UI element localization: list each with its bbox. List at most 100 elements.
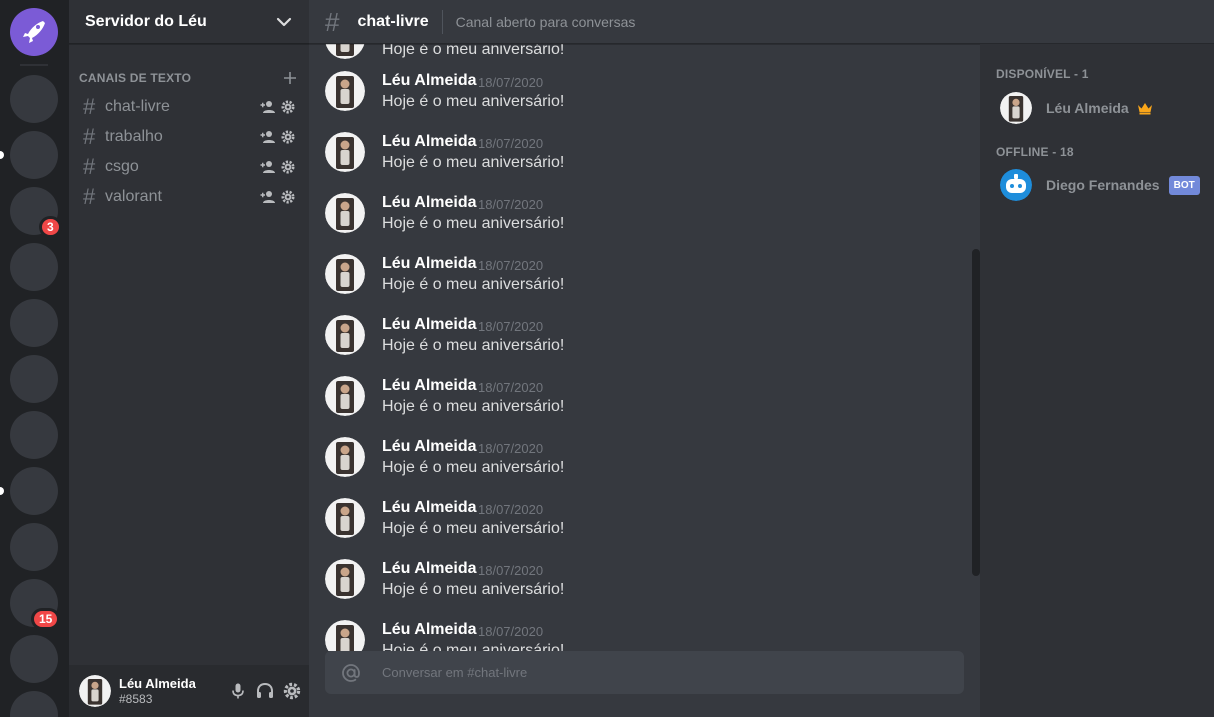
avatar[interactable] bbox=[79, 675, 111, 707]
crown-icon bbox=[1137, 103, 1152, 115]
server-icon[interactable] bbox=[10, 75, 58, 123]
message-timestamp: 18/07/2020 bbox=[478, 441, 544, 456]
gear-icon[interactable] bbox=[281, 130, 295, 144]
headphones-icon[interactable] bbox=[255, 682, 275, 700]
user-settings-gear-icon[interactable] bbox=[283, 682, 301, 700]
avatar[interactable] bbox=[325, 71, 365, 111]
message-text: Hoje é o meu aniversário! bbox=[382, 337, 565, 354]
category-label: CANAIS DE TEXTO bbox=[79, 71, 192, 85]
message: Léu Almeida 18/07/2020 Hoje é o meu aniv… bbox=[325, 498, 965, 559]
message-text: Hoje é o meu aniversário! bbox=[382, 459, 565, 476]
message-timestamp: 18/07/2020 bbox=[478, 197, 544, 212]
avatar[interactable] bbox=[325, 315, 365, 355]
invite-icon[interactable] bbox=[260, 100, 275, 114]
chat-area: # chat-livre Canal aberto para conversas… bbox=[309, 0, 980, 717]
member-name: Diego Fernandes bbox=[1046, 177, 1160, 193]
message-author[interactable]: Léu Almeida bbox=[382, 377, 477, 395]
channel-category[interactable]: CANAIS DE TEXTO bbox=[69, 70, 309, 86]
hash-icon: # bbox=[83, 124, 96, 149]
invite-icon[interactable] bbox=[260, 130, 275, 144]
message-timestamp: 18/07/2020 bbox=[478, 563, 544, 578]
message-author[interactable]: Léu Almeida bbox=[382, 133, 477, 151]
server-icon[interactable] bbox=[10, 523, 58, 571]
channel-name: trabalho bbox=[105, 128, 163, 145]
message-timestamp: 18/07/2020 bbox=[478, 624, 544, 639]
gear-icon[interactable] bbox=[281, 100, 295, 114]
server-icon[interactable] bbox=[10, 243, 58, 291]
user-name: Léu Almeida bbox=[119, 676, 196, 691]
avatar[interactable] bbox=[325, 376, 365, 416]
avatar[interactable] bbox=[325, 437, 365, 477]
message-author[interactable]: Léu Almeida bbox=[382, 560, 477, 578]
hash-icon: # bbox=[83, 184, 96, 209]
server-icon[interactable] bbox=[10, 411, 58, 459]
message: Léu Almeida 18/07/2020 Hoje é o meu aniv… bbox=[325, 437, 965, 498]
mention-icon[interactable] bbox=[325, 662, 377, 684]
message-timestamp: 18/07/2020 bbox=[478, 502, 544, 517]
message-text: Hoje é o meu aniversário! bbox=[382, 154, 565, 171]
message-author[interactable]: Léu Almeida bbox=[382, 316, 477, 334]
channel-item-trabalho[interactable]: # trabalho bbox=[77, 122, 301, 152]
avatar bbox=[1000, 92, 1032, 124]
member-item[interactable]: Diego Fernandes BOT bbox=[980, 164, 1214, 206]
home-server-button[interactable] bbox=[10, 8, 58, 56]
message-text: Hoje é o meu aniversário! bbox=[382, 581, 565, 598]
message: Léu Almeida 18/07/2020 Hoje é o meu aniv… bbox=[325, 254, 965, 315]
avatar[interactable] bbox=[325, 254, 365, 294]
gear-icon[interactable] bbox=[281, 190, 295, 204]
guild-header[interactable]: Servidor do Léu bbox=[69, 0, 309, 44]
message: Léu Almeida 18/07/2020 Hoje é o meu aniv… bbox=[325, 376, 965, 437]
server-icon[interactable] bbox=[10, 467, 58, 515]
channel-name: valorant bbox=[105, 188, 162, 205]
channel-topic: Canal aberto para conversas bbox=[455, 13, 636, 30]
message: Léu Almeida 18/07/2020 Hoje é o meu aniv… bbox=[325, 620, 965, 651]
server-icon[interactable] bbox=[10, 691, 58, 717]
message-author[interactable]: Léu Almeida bbox=[382, 621, 477, 639]
avatar[interactable] bbox=[325, 498, 365, 538]
channel-list: # chat-livre # trabalho # csgo # valoran… bbox=[69, 92, 309, 212]
channel-hash-icon: # bbox=[325, 6, 340, 37]
guild-name: Servidor do Léu bbox=[85, 12, 207, 30]
server-icon[interactable] bbox=[10, 299, 58, 347]
message-author[interactable]: Léu Almeida bbox=[382, 255, 477, 273]
message-author[interactable]: Léu Almeida bbox=[382, 499, 477, 517]
member-group-offline: OFFLINE - 18 bbox=[996, 145, 1074, 159]
channel-item-csgo[interactable]: # csgo bbox=[77, 152, 301, 182]
rocket-logo-icon bbox=[23, 21, 45, 43]
message-author[interactable]: Léu Almeida bbox=[382, 72, 477, 90]
avatar[interactable] bbox=[325, 44, 365, 59]
server-icon[interactable] bbox=[10, 635, 58, 683]
channel-item-valorant[interactable]: # valorant bbox=[77, 182, 301, 212]
message-text: Hoje é o meu aniversário! bbox=[382, 642, 565, 651]
avatar[interactable] bbox=[325, 193, 365, 233]
composer-placeholder: Conversar em #chat-livre bbox=[382, 665, 528, 680]
member-list: DISPONÍVEL - 1 Léu Almeida OFFLINE - 18 … bbox=[980, 0, 1214, 717]
message-author[interactable]: Léu Almeida bbox=[382, 194, 477, 212]
message-scrollbar[interactable] bbox=[972, 249, 980, 576]
add-channel-icon[interactable] bbox=[283, 71, 297, 85]
member-item[interactable]: Léu Almeida bbox=[980, 87, 1214, 129]
server-icon[interactable] bbox=[10, 131, 58, 179]
user-tag: #8583 bbox=[119, 692, 153, 706]
avatar[interactable] bbox=[325, 132, 365, 172]
hash-icon: # bbox=[83, 154, 96, 179]
channel-item-chat-livre[interactable]: # chat-livre bbox=[77, 92, 301, 122]
invite-icon[interactable] bbox=[260, 160, 275, 174]
avatar[interactable] bbox=[325, 620, 365, 651]
message-timestamp: 18/07/2020 bbox=[478, 319, 544, 334]
invite-icon[interactable] bbox=[260, 190, 275, 204]
avatar[interactable] bbox=[325, 559, 365, 599]
message-author[interactable]: Léu Almeida bbox=[382, 438, 477, 456]
discord-app: 3 15 Servidor do Léu CANAIS DE TEXTO # c… bbox=[0, 0, 1214, 717]
unread-indicator bbox=[0, 151, 4, 159]
message-text: Hoje é o meu aniversário! bbox=[382, 520, 565, 537]
bot-tag: BOT bbox=[1168, 175, 1200, 195]
bot-avatar bbox=[1000, 169, 1032, 201]
message-composer[interactable]: Conversar em #chat-livre bbox=[325, 651, 964, 694]
message-text: Hoje é o meu aniversário! bbox=[382, 93, 565, 110]
server-icon[interactable] bbox=[10, 355, 58, 403]
chat-header: # chat-livre Canal aberto para conversas bbox=[309, 0, 980, 44]
microphone-icon[interactable] bbox=[229, 682, 247, 700]
message-text: Hoje é o meu aniversário! bbox=[382, 276, 565, 293]
gear-icon[interactable] bbox=[281, 160, 295, 174]
